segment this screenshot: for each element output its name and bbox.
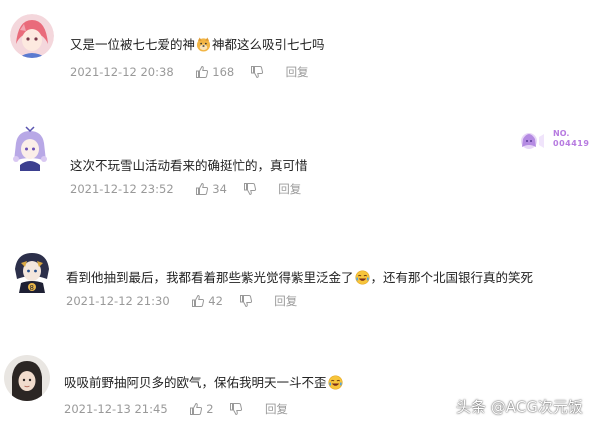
comment-meta: 2021-12-12 23:52 34 回复 xyxy=(70,181,301,196)
like-count: 34 xyxy=(212,181,227,196)
fan-badge-label: NO. xyxy=(553,129,570,138)
comment-time: 2021-12-13 21:45 xyxy=(64,401,168,416)
thumbs-down-icon xyxy=(230,402,243,415)
comment-text: 这次不玩雪山活动看来的确挺忙的，真可惜 xyxy=(70,158,308,174)
comment-time: 2021-12-12 20:38 xyxy=(70,64,174,79)
avatar-image xyxy=(10,14,54,58)
like-button[interactable]: 42 xyxy=(191,294,223,308)
comment-text-part: 神都这么吸引七七吗 xyxy=(212,37,325,52)
reply-button[interactable]: 回复 xyxy=(265,402,288,416)
comment-time: 2021-12-12 23:52 xyxy=(70,181,174,196)
comment-text: 吸吸前野抽阿贝多的欧气，保佑我明天一斗不歪 xyxy=(64,375,344,391)
comment-item: 8 看到他抽到最后，我都看着那些紫光觉得紫里泛金了 ，还有那个北国银行真的笑死 … xyxy=(0,210,600,325)
thumbs-up-icon xyxy=(190,402,203,415)
avatar-image xyxy=(4,355,50,401)
like-count: 42 xyxy=(208,293,223,308)
fan-badge: NO. 004419 xyxy=(519,125,597,157)
reply-button[interactable]: 回复 xyxy=(286,65,309,79)
thumbs-up-icon xyxy=(196,65,209,78)
thumbs-down-icon xyxy=(243,182,256,195)
like-button[interactable]: 34 xyxy=(195,182,227,196)
comment-text: 看到他抽到最后，我都看着那些紫光觉得紫里泛金了 ，还有那个北国银行真的笑死 xyxy=(66,270,533,286)
fan-badge-number: 004419 xyxy=(553,139,590,148)
watermark: 头条 @ACG次元饭 xyxy=(456,398,583,416)
like-count: 2 xyxy=(206,401,214,416)
comment-time: 2021-12-12 21:30 xyxy=(66,293,170,308)
svg-text:8: 8 xyxy=(30,284,34,292)
comment-meta: 2021-12-12 20:38 168 回复 xyxy=(70,64,309,79)
doge-emoji-icon xyxy=(196,37,211,52)
comment-item: 又是一位被七七爱的神 神都这么吸引七七吗 2021-12-12 20:38 16… xyxy=(0,0,600,100)
thumbs-up-icon xyxy=(196,182,209,195)
comment-text-part: 看到他抽到最后，我都看着那些紫光觉得紫里泛金了 xyxy=(66,270,354,285)
avatar-image xyxy=(6,125,54,173)
avatar[interactable] xyxy=(6,125,54,173)
dislike-button[interactable] xyxy=(243,182,257,196)
reply-button[interactable]: 回复 xyxy=(274,294,297,308)
reply-button[interactable]: 回复 xyxy=(278,182,301,196)
avatar[interactable] xyxy=(10,14,54,58)
comment-text-part: 又是一位被七七爱的神 xyxy=(70,37,196,52)
comment-text-part: ，还有那个北国银行真的笑死 xyxy=(370,270,534,285)
comment-meta: 2021-12-13 21:45 2 回复 xyxy=(64,401,288,416)
avatar[interactable]: 8 xyxy=(9,249,55,295)
laugh-cry-emoji-icon xyxy=(354,270,370,285)
thumbs-down-icon xyxy=(239,294,252,307)
dislike-button[interactable] xyxy=(250,65,264,79)
like-button[interactable]: 168 xyxy=(195,65,234,79)
comment-text-part: 吸吸前野抽阿贝多的欧气，保佑我明天一斗不歪 xyxy=(64,375,327,390)
avatar-image: 8 xyxy=(9,249,55,295)
laugh-cry-emoji-icon xyxy=(327,375,343,390)
comment-text: 又是一位被七七爱的神 神都这么吸引七七吗 xyxy=(70,37,325,53)
avatar[interactable] xyxy=(4,355,50,401)
comment-text-part: 这次不玩雪山活动看来的确挺忙的，真可惜 xyxy=(70,158,308,173)
comment-item: 这次不玩雪山活动看来的确挺忙的，真可惜 2021-12-12 23:52 34 … xyxy=(0,100,600,210)
dislike-button[interactable] xyxy=(239,294,253,308)
like-count: 168 xyxy=(212,64,235,79)
thumbs-down-icon xyxy=(250,65,263,78)
like-button[interactable]: 2 xyxy=(189,401,214,416)
dislike-button[interactable] xyxy=(229,402,243,416)
comment-meta: 2021-12-12 21:30 42 回复 xyxy=(66,293,297,308)
thumbs-up-icon xyxy=(192,294,205,307)
